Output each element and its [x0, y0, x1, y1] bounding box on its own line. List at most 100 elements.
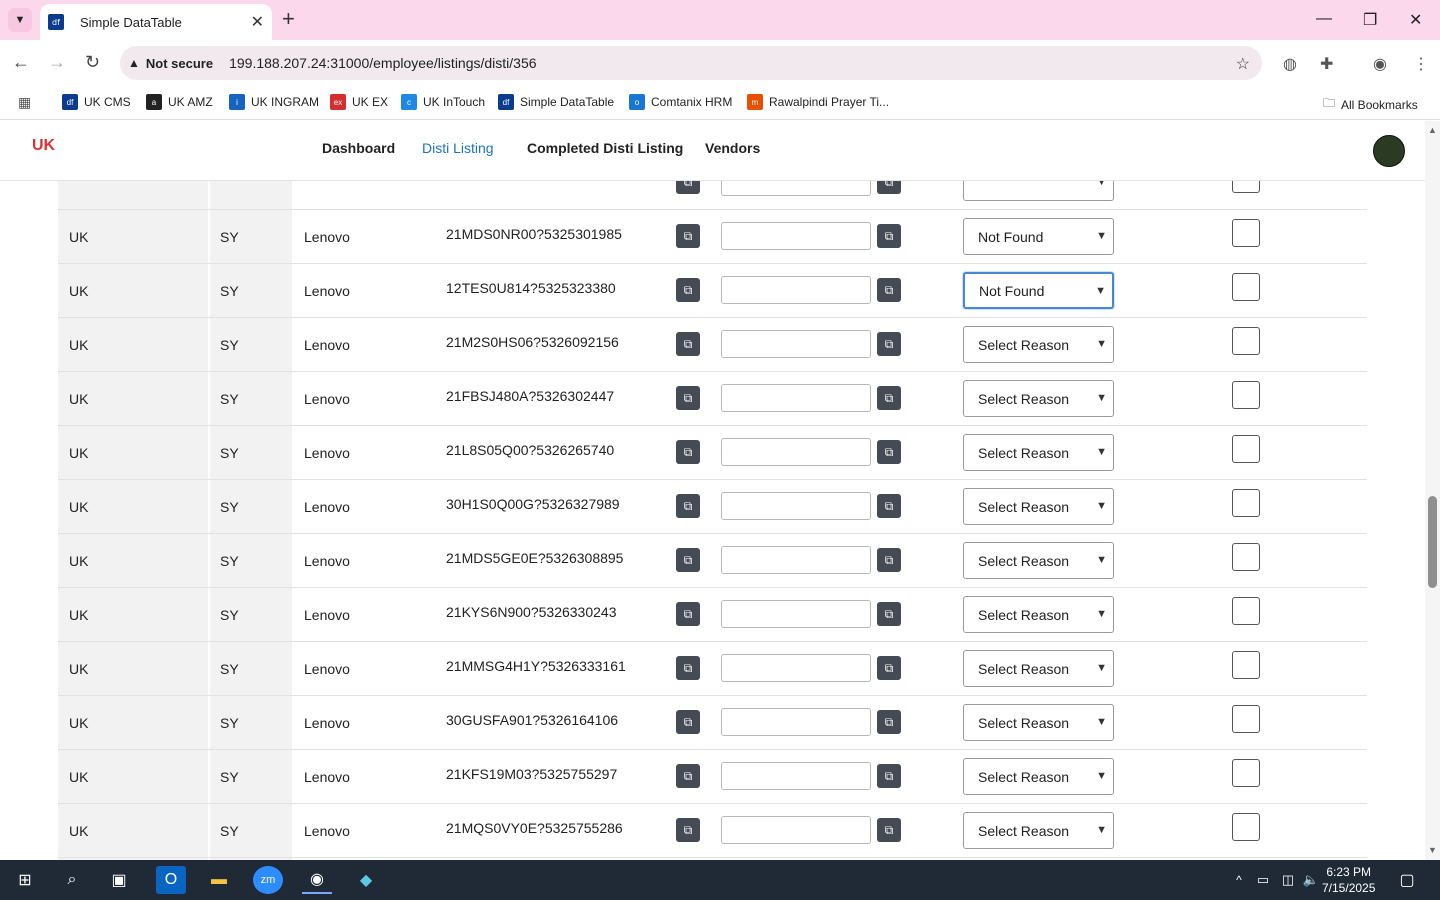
paste-button[interactable]: ⧉ — [877, 278, 901, 302]
system-clock[interactable]: 6:23 PM 7/15/2025 — [1322, 864, 1375, 896]
row-checkbox[interactable] — [1232, 489, 1260, 517]
bookmark-item[interactable]: a UK AMZ — [146, 94, 213, 110]
paste-button[interactable]: ⧉ — [877, 386, 901, 410]
windows-start-icon[interactable]: ⊞ — [10, 866, 40, 894]
paste-button[interactable]: ⧉ — [877, 181, 901, 194]
paste-button[interactable]: ⧉ — [877, 440, 901, 464]
nav-dashboard[interactable]: Dashboard — [322, 140, 395, 156]
value-input[interactable] — [721, 438, 871, 466]
nav-completed-disti-listing[interactable]: Completed Disti Listing — [527, 140, 683, 156]
value-input[interactable] — [721, 330, 871, 358]
copy-sku-button[interactable]: ⧉ — [676, 818, 700, 842]
copy-sku-button[interactable]: ⧉ — [676, 278, 700, 302]
reason-select[interactable]: Select Reason ▼ — [963, 380, 1114, 417]
notifications-icon[interactable]: ▢ — [1392, 866, 1422, 894]
page-scrollbar[interactable]: ▲ ▼ — [1425, 121, 1440, 860]
file-explorer-icon[interactable]: ▬ — [204, 866, 234, 894]
reason-select[interactable]: Select Reason ▼ — [963, 488, 1114, 525]
bookmark-star-icon[interactable]: ☆ — [1236, 54, 1250, 74]
copy-sku-button[interactable]: ⧉ — [676, 656, 700, 680]
row-checkbox[interactable] — [1232, 181, 1260, 193]
restore-icon[interactable]: ❐ — [1363, 10, 1377, 30]
bookmark-item[interactable]: ex UK EX — [330, 94, 388, 110]
row-checkbox[interactable] — [1232, 813, 1260, 841]
outlook-icon[interactable]: O — [156, 866, 186, 894]
row-checkbox[interactable] — [1232, 219, 1260, 247]
close-tab-icon[interactable]: ✕ — [251, 12, 264, 32]
apps-grid-icon[interactable]: ▦ — [18, 94, 31, 111]
copy-sku-button[interactable]: ⧉ — [676, 181, 700, 194]
app-diamond-icon[interactable]: ◆ — [351, 866, 381, 894]
copy-sku-button[interactable]: ⧉ — [676, 440, 700, 464]
copy-sku-button[interactable]: ⧉ — [676, 386, 700, 410]
all-bookmarks[interactable]: 🗀 All Bookmarks — [1323, 94, 1418, 115]
browser-tab[interactable]: df Simple DataTable ✕ — [40, 4, 272, 40]
paste-button[interactable]: ⧉ — [877, 710, 901, 734]
new-tab-icon[interactable]: + — [282, 8, 295, 30]
reason-select[interactable]: Not Found ▼ — [963, 272, 1114, 309]
paste-button[interactable]: ⧉ — [877, 548, 901, 572]
copy-sku-button[interactable]: ⧉ — [676, 710, 700, 734]
url-text[interactable]: 199.188.207.24:31000/employee/listings/d… — [229, 55, 536, 71]
reason-select[interactable]: Select Reason ▼ — [963, 758, 1114, 795]
row-checkbox[interactable] — [1232, 381, 1260, 409]
value-input[interactable] — [721, 492, 871, 520]
reason-select[interactable]: Select Reason ▼ — [963, 650, 1114, 687]
copy-sku-button[interactable]: ⧉ — [676, 494, 700, 518]
forward-icon[interactable]: → — [48, 52, 66, 73]
task-view-icon[interactable]: ▣ — [104, 866, 134, 894]
bookmark-item[interactable]: df Simple DataTable — [498, 94, 614, 110]
value-input[interactable] — [721, 181, 871, 196]
row-checkbox[interactable] — [1232, 435, 1260, 463]
copy-sku-button[interactable]: ⧉ — [676, 548, 700, 572]
paste-button[interactable]: ⧉ — [877, 818, 901, 842]
copy-sku-button[interactable]: ⧉ — [676, 224, 700, 248]
value-input[interactable] — [721, 546, 871, 574]
reason-select[interactable]: Select Reason ▼ — [963, 812, 1114, 849]
avatar[interactable] — [1373, 135, 1405, 167]
scroll-up-icon[interactable]: ▲ — [1428, 125, 1437, 135]
chrome-icon[interactable]: ◉ — [302, 866, 332, 894]
reason-select[interactable]: Not Found ▼ — [963, 218, 1114, 255]
paste-button[interactable]: ⧉ — [877, 494, 901, 518]
paste-button[interactable]: ⧉ — [877, 332, 901, 356]
bookmark-item[interactable]: m Rawalpindi Prayer Ti... — [747, 94, 889, 110]
row-checkbox[interactable] — [1232, 543, 1260, 571]
reason-select[interactable]: Select Reason ▼ — [963, 542, 1114, 579]
tab-search-icon[interactable]: ▼ — [8, 8, 32, 32]
value-input[interactable] — [721, 816, 871, 844]
minimize-icon[interactable]: — — [1316, 10, 1332, 28]
row-checkbox[interactable] — [1232, 327, 1260, 355]
copy-sku-button[interactable]: ⧉ — [676, 602, 700, 626]
value-input[interactable] — [721, 276, 871, 304]
copy-sku-button[interactable]: ⧉ — [676, 764, 700, 788]
reload-icon[interactable]: ↻ — [85, 52, 100, 73]
copy-sku-button[interactable]: ⧉ — [676, 332, 700, 356]
value-input[interactable] — [721, 384, 871, 412]
scrollbar-thumb[interactable] — [1428, 496, 1437, 588]
reason-select[interactable]: Select Reason ▼ — [963, 596, 1114, 633]
back-icon[interactable]: ← — [12, 52, 30, 73]
reason-select[interactable]: Select Reason ▼ — [963, 326, 1114, 363]
uk-logo[interactable]: UK — [32, 137, 55, 155]
translate-icon[interactable]: ◍ — [1283, 54, 1297, 74]
bookmark-item[interactable]: df UK CMS — [62, 94, 131, 110]
row-checkbox[interactable] — [1232, 705, 1260, 733]
scroll-down-icon[interactable]: ▼ — [1428, 845, 1437, 855]
bookmark-item[interactable]: o Comtanix HRM — [629, 94, 732, 110]
row-checkbox[interactable] — [1232, 597, 1260, 625]
close-window-icon[interactable]: ✕ — [1409, 10, 1422, 30]
value-input[interactable] — [721, 708, 871, 736]
bookmark-item[interactable]: i UK INGRAM — [229, 94, 319, 110]
value-input[interactable] — [721, 600, 871, 628]
security-indicator[interactable]: ▲ Not secure — [128, 56, 213, 71]
bookmark-item[interactable]: c UK InTouch — [401, 94, 485, 110]
search-icon[interactable]: ⌕ — [57, 866, 87, 894]
paste-button[interactable]: ⧉ — [877, 656, 901, 680]
row-checkbox[interactable] — [1232, 651, 1260, 679]
extensions-icon[interactable]: ✚ — [1320, 54, 1333, 74]
paste-button[interactable]: ⧉ — [877, 602, 901, 626]
value-input[interactable] — [721, 762, 871, 790]
paste-button[interactable]: ⧉ — [877, 764, 901, 788]
reason-select[interactable]: Select Reason ▼ — [963, 434, 1114, 471]
